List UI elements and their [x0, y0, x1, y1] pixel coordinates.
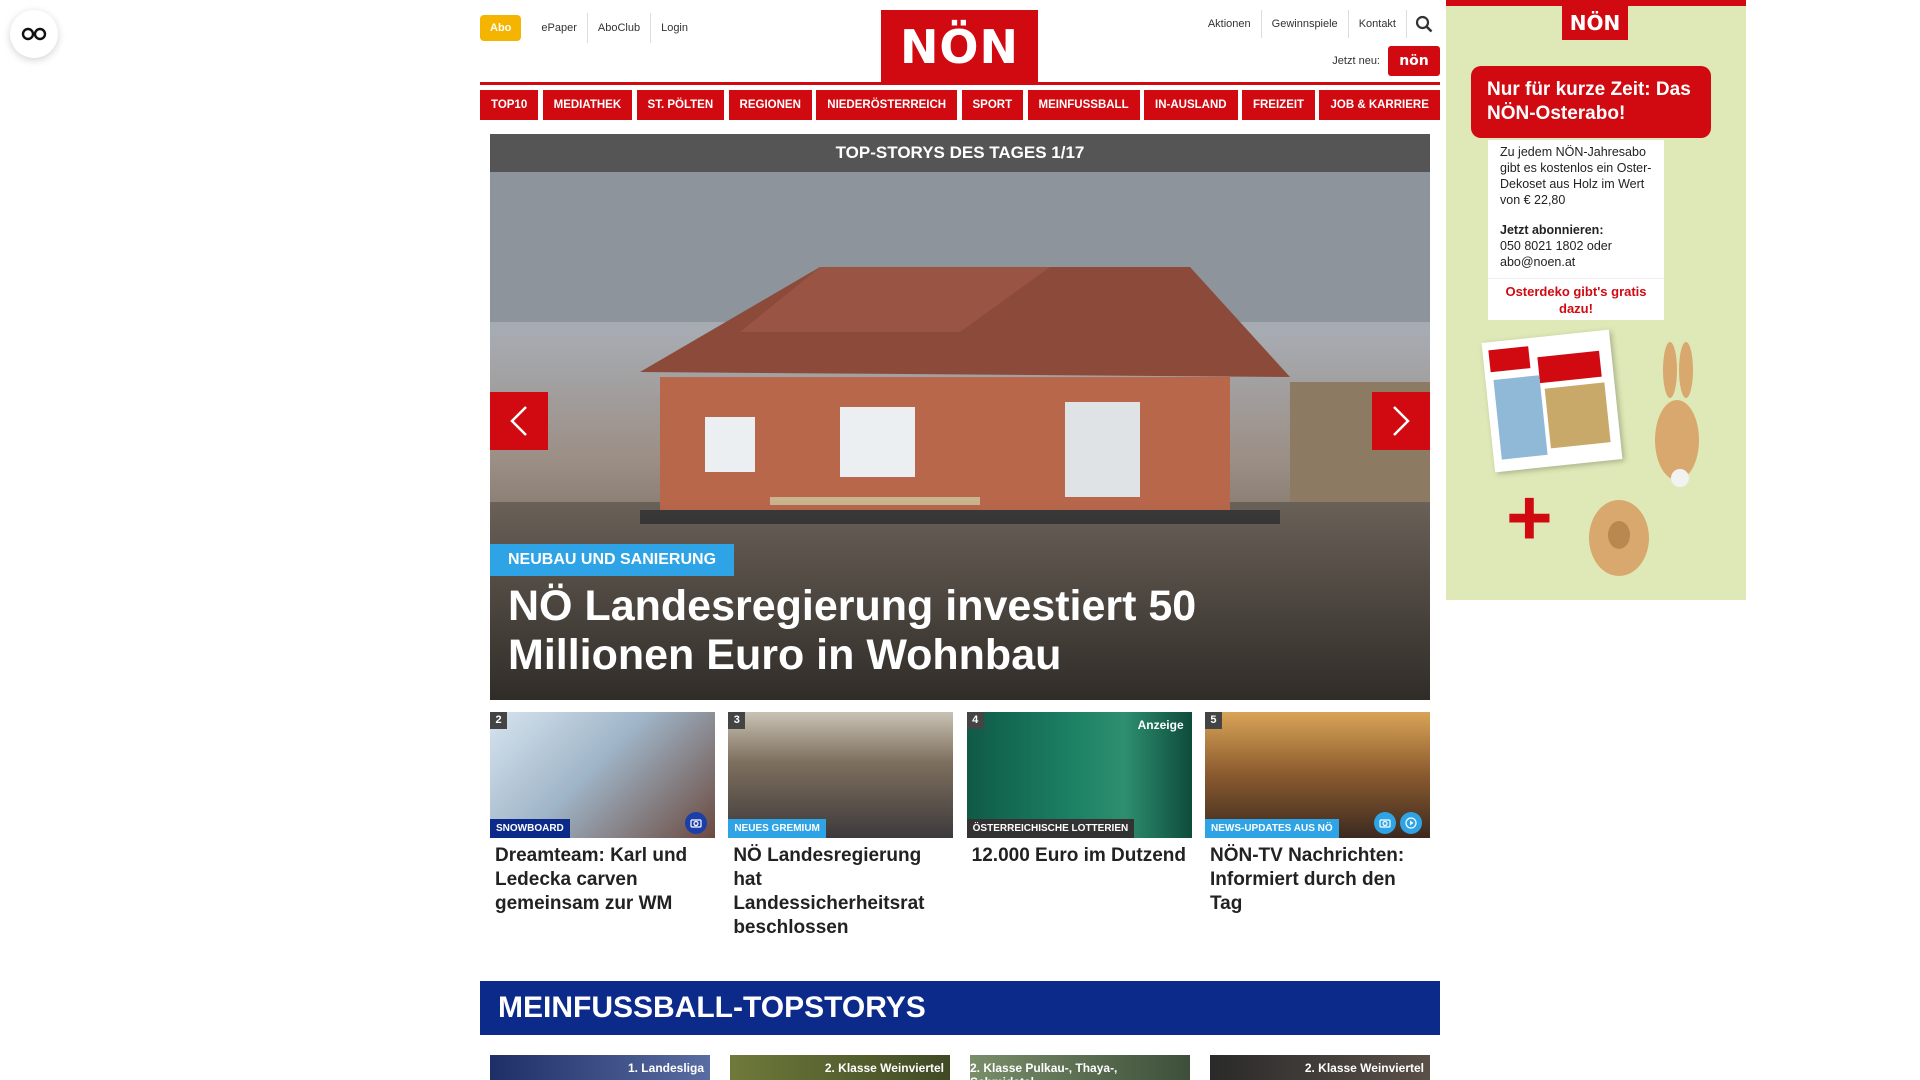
- chevron-right-icon: [1393, 406, 1410, 436]
- ad-contact: 050 8021 1802 oder abo@noen.at: [1500, 239, 1612, 269]
- jetzt-neu: Jetzt neu: nön: [1332, 46, 1440, 76]
- meinfussball-heading: MEINFUSSBALL-TOPSTORYS: [480, 981, 1440, 1035]
- nav-item-job-karriere[interactable]: JOB & KARRIERE: [1319, 90, 1440, 120]
- teaser-rank: 3: [728, 712, 746, 729]
- epaper-link[interactable]: ePaper: [531, 13, 586, 43]
- site-logo[interactable]: NÖN: [881, 10, 1038, 83]
- ad-logo: NÖN: [1562, 6, 1628, 40]
- nav-item-freizeit[interactable]: FREIZEIT: [1241, 90, 1316, 120]
- kontakt-link[interactable]: Kontakt: [1347, 10, 1406, 38]
- nav-item-top10[interactable]: TOP10: [480, 90, 539, 120]
- ad-body-text: Zu jedem NÖN-Jahresabo gibt es kostenlos…: [1500, 145, 1652, 207]
- teaser-rank: 5: [1204, 712, 1222, 729]
- football-league-label: 2. Klasse Weinviertel: [1304, 1061, 1424, 1075]
- nav-item-niederoesterreich[interactable]: NIEDERÖSTERREICH: [816, 90, 958, 120]
- ad-cta: Osterdeko gibt's gratis dazu!: [1488, 278, 1664, 320]
- football-story-card[interactable]: 2. Klasse Weinviertel: [1210, 1055, 1430, 1080]
- osterabo-advertisement[interactable]: NÖN Nur für kurze Zeit: Das NÖN-Osterabo…: [1446, 0, 1746, 600]
- header-left-links: Abo ePaper AboClub Login: [480, 13, 698, 43]
- egg-decoration-image: [1589, 500, 1649, 576]
- top-stories-heading: TOP-STORYS DES TAGES 1/17: [490, 134, 1430, 172]
- aboclub-link[interactable]: AboClub: [586, 13, 650, 43]
- search-icon: [1415, 15, 1432, 33]
- header-right-links: Aktionen Gewinnspiele Kontakt: [1198, 10, 1440, 38]
- jetzt-neu-label: Jetzt neu:: [1332, 55, 1380, 67]
- abo-button[interactable]: Abo: [480, 15, 522, 41]
- teaser-tag[interactable]: SNOWBOARD: [490, 819, 570, 838]
- search-button[interactable]: [1406, 10, 1440, 38]
- teaser-card[interactable]: 4 Anzeige ÖSTERREICHISCHE LOTTERIEN 12.0…: [966, 712, 1192, 940]
- teaser-tag[interactable]: NEWS-UPDATES AUS NÖ: [1204, 819, 1339, 838]
- teaser-card[interactable]: 2 SNOWBOARD Dreamteam: Karl und Ledecka …: [490, 712, 715, 940]
- story-teasers: 2 SNOWBOARD Dreamteam: Karl und Ledecka …: [490, 712, 1430, 940]
- teaser-title[interactable]: 12.000 Euro im Dutzend: [967, 838, 1192, 868]
- football-story-card[interactable]: 1. Landesliga: [490, 1055, 710, 1080]
- new-product-badge[interactable]: nön: [1388, 46, 1440, 76]
- teaser-rank: 4: [966, 712, 984, 729]
- nav-item-in-ausland[interactable]: IN-AUSLAND: [1144, 90, 1238, 120]
- football-league-label: 2. Klasse Weinviertel: [824, 1061, 944, 1075]
- nav-item-meinfussball[interactable]: MEINFUSSBALL: [1027, 90, 1140, 120]
- teaser-tag[interactable]: NEUES GREMIUM: [728, 819, 826, 838]
- nav-item-sport[interactable]: SPORT: [961, 90, 1024, 120]
- nav-item-mediathek[interactable]: MEDIATHEK: [542, 90, 633, 120]
- nav-item-st-poelten[interactable]: ST. PÖLTEN: [636, 90, 725, 120]
- header-divider: [480, 82, 1440, 85]
- slider-next-button[interactable]: [1372, 392, 1430, 450]
- chevron-left-icon: [510, 406, 527, 436]
- slide-category-tag[interactable]: NEUBAU UND SANIERUNG: [490, 544, 735, 576]
- plus-icon: +: [1506, 473, 1553, 562]
- nav-item-regionen[interactable]: REGIONEN: [728, 90, 812, 120]
- slide-headline[interactable]: NÖ Landesregierung investiert 50 Million…: [508, 582, 1268, 680]
- teaser-image[interactable]: 2 SNOWBOARD: [490, 712, 715, 838]
- football-story-card[interactable]: 2. Klasse Weinviertel: [730, 1055, 950, 1080]
- ad-subscribe-label: Jetzt abonnieren:: [1500, 223, 1604, 237]
- teaser-title[interactable]: NÖ Landesregierung hat Landessicherheits…: [728, 838, 953, 940]
- camera-icon: [1373, 812, 1396, 834]
- teaser-title[interactable]: Dreamteam: Karl und Ledecka carven gemei…: [490, 838, 715, 916]
- play-icon: [1399, 812, 1422, 834]
- teaser-media-icons: [685, 812, 707, 834]
- teaser-image[interactable]: 3 NEUES GREMIUM: [728, 712, 954, 838]
- football-league-label: 1. Landesliga: [627, 1061, 704, 1075]
- teaser-media-icons: [1373, 812, 1422, 834]
- football-story-card[interactable]: 2. Klasse Pulkau-, Thaya-, Schmidatal: [970, 1055, 1190, 1080]
- newspaper-image: [1481, 329, 1623, 473]
- logo-text: NÖN: [899, 19, 1020, 74]
- top-story-slide[interactable]: NEUBAU UND SANIERUNG NÖ Landesregierung …: [490, 172, 1430, 700]
- teaser-rank: 2: [490, 712, 507, 729]
- camera-icon: [685, 812, 707, 834]
- meinfussball-cards: 1. Landesliga 2. Klasse Weinviertel 2. K…: [490, 1055, 1430, 1080]
- aktionen-link[interactable]: Aktionen: [1198, 10, 1261, 38]
- login-link[interactable]: Login: [650, 13, 698, 43]
- teaser-title[interactable]: NÖN-TV Nachrichten: Informiert durch den…: [1205, 838, 1430, 916]
- teaser-card[interactable]: 3 NEUES GREMIUM NÖ Landesregierung hat L…: [728, 712, 954, 940]
- teaser-card[interactable]: 5 NEWS-UPDATES AUS NÖ NÖN-TV Nachrichten…: [1204, 712, 1430, 940]
- gewinnspiele-link[interactable]: Gewinnspiele: [1260, 10, 1348, 38]
- slider-prev-button[interactable]: [490, 392, 548, 450]
- teaser-tag[interactable]: ÖSTERREICHISCHE LOTTERIEN: [966, 819, 1135, 838]
- football-league-label: 2. Klasse Pulkau-, Thaya-, Schmidatal: [970, 1061, 1118, 1080]
- teaser-image[interactable]: 4 Anzeige ÖSTERREICHISCHE LOTTERIEN: [966, 712, 1192, 838]
- bunny-decoration-image: [1655, 342, 1699, 487]
- teaser-image[interactable]: 5 NEWS-UPDATES AUS NÖ: [1204, 712, 1430, 838]
- ad-label: Anzeige: [1137, 718, 1184, 732]
- main-nav: TOP10 MEDIATHEK ST. PÖLTEN REGIONEN NIED…: [480, 90, 1440, 120]
- site-header: Abo ePaper AboClub Login NÖN Aktionen Ge…: [480, 0, 1440, 86]
- accessibility-button[interactable]: [10, 10, 58, 58]
- ad-headline: Nur für kurze Zeit: Das NÖN-Osterabo!: [1471, 66, 1711, 138]
- glasses-icon: [21, 27, 47, 41]
